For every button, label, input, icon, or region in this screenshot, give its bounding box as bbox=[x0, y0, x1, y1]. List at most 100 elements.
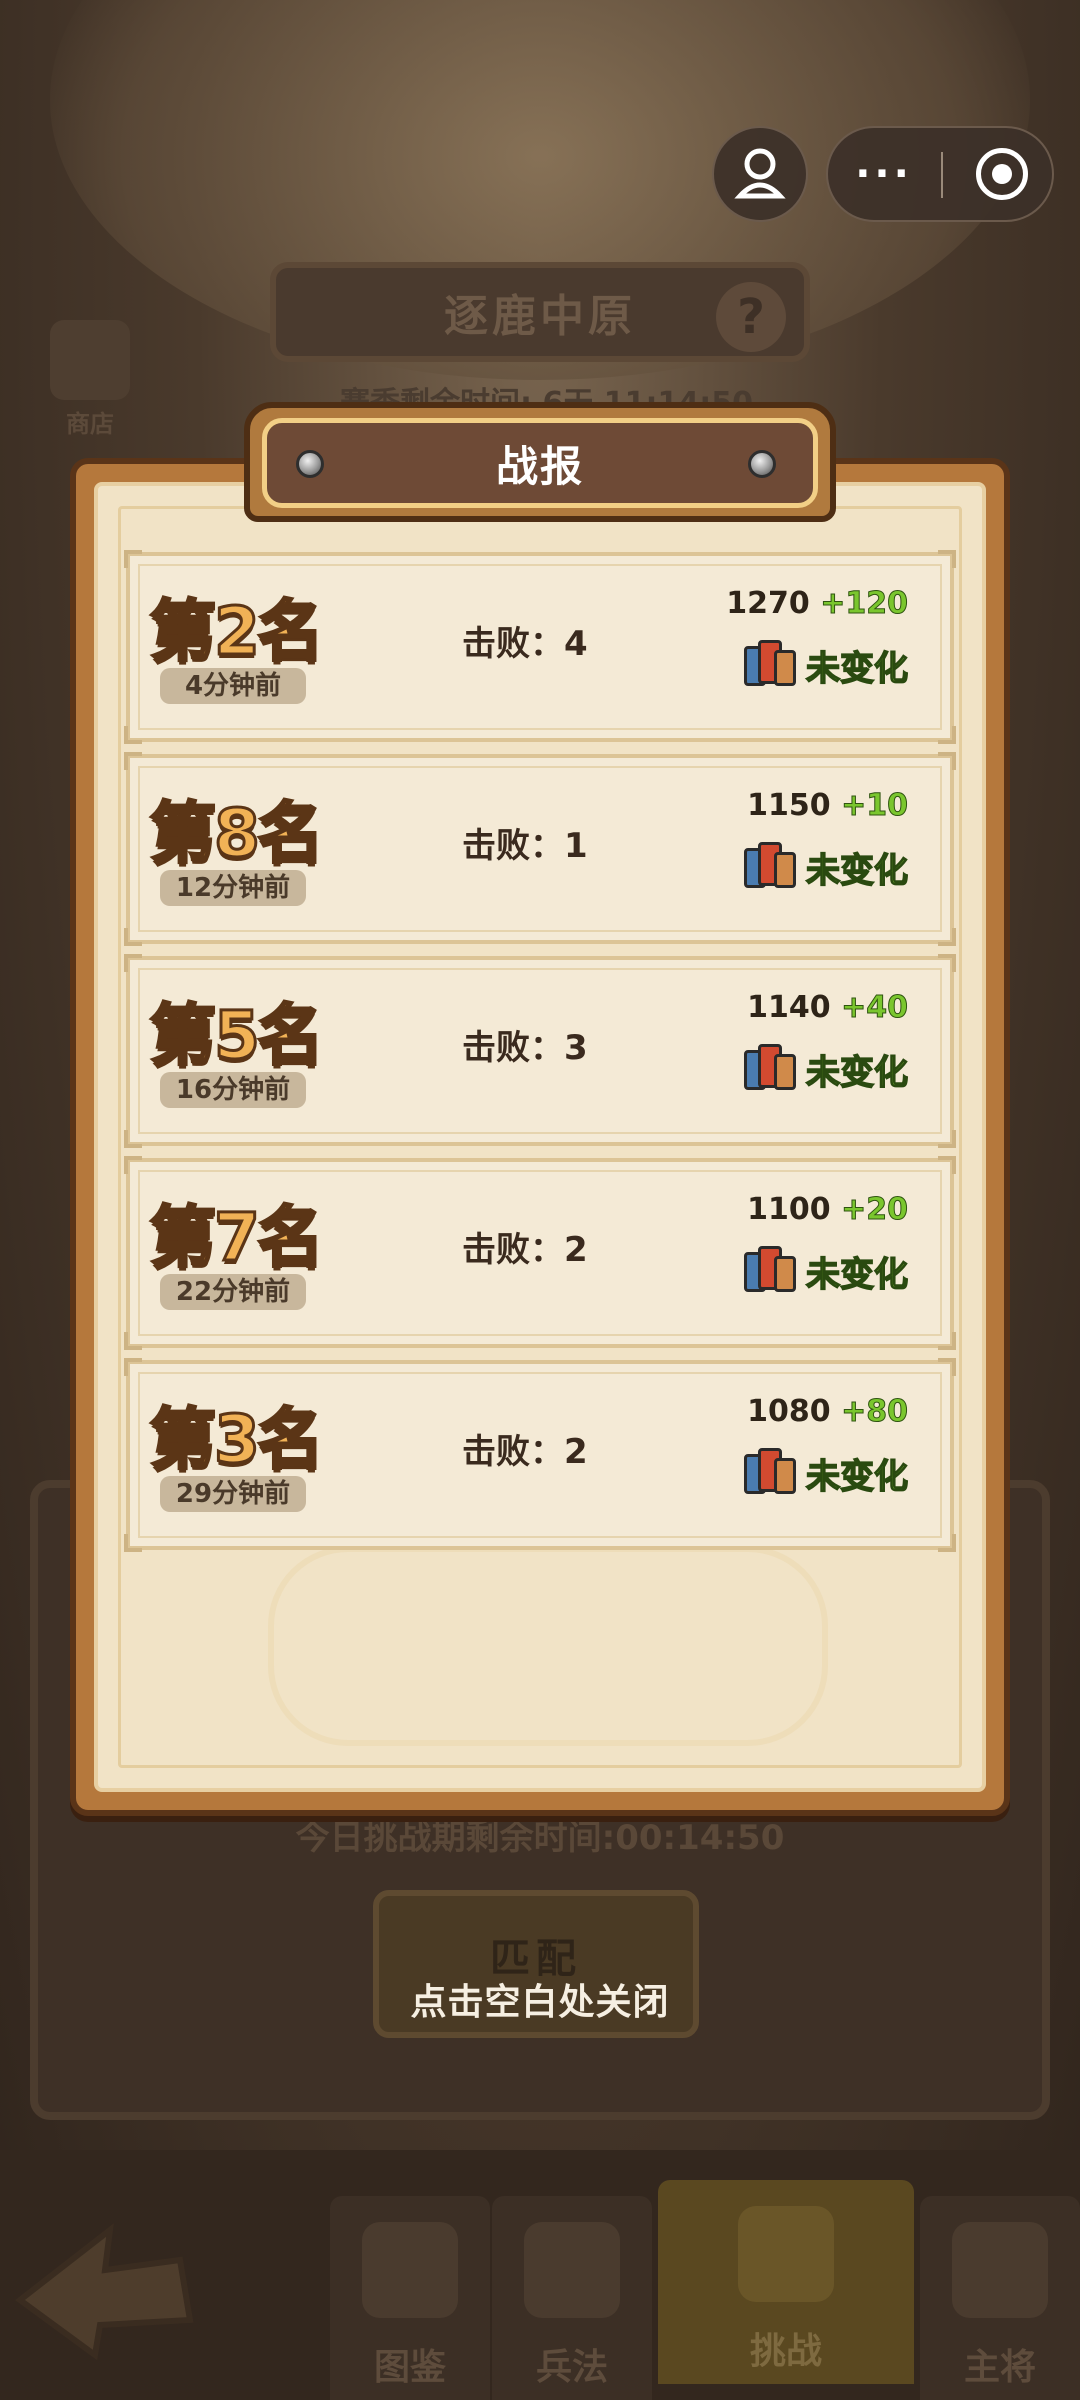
corner-ornament bbox=[938, 954, 956, 972]
paper-decoration bbox=[268, 1546, 828, 1746]
defeats-count: 3 bbox=[564, 1028, 588, 1068]
corner-ornament bbox=[124, 752, 142, 770]
time-ago-badge: 22分钟前 bbox=[160, 1274, 306, 1310]
tab-tactics[interactable]: 兵法 bbox=[492, 2196, 652, 2400]
shop-button[interactable]: 商店 bbox=[40, 320, 140, 440]
rank-cards-icon bbox=[740, 1246, 798, 1296]
defeats-text: 击败：2 bbox=[462, 1222, 642, 1271]
score-text: 1080 +80 bbox=[747, 1394, 909, 1430]
corner-ornament bbox=[124, 1534, 142, 1552]
tab-challenge-label: 挑战 bbox=[749, 2331, 822, 2372]
back-button[interactable] bbox=[0, 2190, 200, 2361]
rivet-icon bbox=[296, 450, 324, 478]
time-ago-badge: 4分钟前 bbox=[160, 668, 306, 704]
time-ago-badge: 16分钟前 bbox=[160, 1072, 306, 1108]
rank-status-text: 未变化 bbox=[805, 1456, 909, 1498]
target-icon[interactable] bbox=[976, 148, 1028, 200]
tab-atlas-label: 图鉴 bbox=[373, 2347, 446, 2388]
score-text: 1100 +20 bbox=[747, 1192, 909, 1228]
score-text: 1150 +10 bbox=[747, 788, 909, 824]
rank-status-text: 未变化 bbox=[805, 648, 909, 690]
more-button[interactable]: ··· bbox=[828, 128, 940, 220]
report-row[interactable]: 第3名 29分钟前 击败：2 1080 +80 未变化 bbox=[124, 1358, 956, 1552]
defeats-count: 4 bbox=[564, 624, 588, 664]
popup-title-plate: 战报 bbox=[262, 418, 818, 508]
question-icon[interactable]: ? bbox=[716, 282, 786, 352]
score-value: 1080 bbox=[747, 1394, 831, 1429]
defeats-label: 击败： bbox=[462, 1028, 564, 1068]
score-delta: +40 bbox=[841, 990, 909, 1026]
corner-ornament bbox=[124, 550, 142, 568]
report-row[interactable]: 第5名 16分钟前 击败：3 1140 +40 未变化 bbox=[124, 954, 956, 1148]
report-row[interactable]: 第8名 12分钟前 击败：1 1150 +10 未变化 bbox=[124, 752, 956, 946]
rank-cards-icon bbox=[740, 640, 798, 690]
close-hint[interactable]: 点击空白处关闭 bbox=[0, 1973, 1080, 2025]
capsule-menu: ··· bbox=[826, 126, 1054, 222]
rank-label: 第8名 bbox=[149, 794, 326, 874]
score-text: 1140 +40 bbox=[747, 990, 909, 1026]
rank-status: 未变化 bbox=[740, 640, 909, 690]
defeats-count: 2 bbox=[564, 1230, 588, 1270]
avatar-button[interactable] bbox=[712, 126, 808, 222]
tent-icon bbox=[362, 2222, 458, 2318]
score-value: 1150 bbox=[747, 788, 831, 823]
score-value: 1100 bbox=[747, 1192, 831, 1227]
corner-ornament bbox=[938, 726, 956, 744]
defeats-text: 击败：4 bbox=[462, 616, 642, 665]
defeats-text: 击败：2 bbox=[462, 1424, 642, 1473]
score-delta: +20 bbox=[841, 1192, 909, 1228]
rank-cards-icon bbox=[740, 842, 798, 892]
corner-ornament bbox=[124, 954, 142, 972]
score-text: 1270 +120 bbox=[726, 586, 909, 622]
mode-title: 逐鹿中原 bbox=[444, 291, 636, 342]
corner-ornament bbox=[124, 726, 142, 744]
popup-title: 战报 bbox=[495, 441, 584, 491]
score-delta: +10 bbox=[841, 788, 909, 824]
corner-ornament bbox=[938, 1358, 956, 1376]
shop-icon bbox=[50, 320, 130, 400]
rank-status-text: 未变化 bbox=[805, 1052, 909, 1094]
rank-status: 未变化 bbox=[740, 1044, 909, 1094]
helmet-icon bbox=[952, 2222, 1048, 2318]
back-arrow-icon bbox=[15, 2223, 194, 2361]
tab-general[interactable]: 主将 bbox=[920, 2196, 1080, 2400]
corner-ornament bbox=[938, 1534, 956, 1552]
corner-ornament bbox=[124, 928, 142, 946]
rank-status-text: 未变化 bbox=[805, 850, 909, 892]
defeats-label: 击败： bbox=[462, 826, 564, 866]
corner-ornament bbox=[938, 1156, 956, 1174]
score-delta: +80 bbox=[841, 1394, 909, 1430]
report-row[interactable]: 第2名 4分钟前 击败：4 1270 +120 未变化 bbox=[124, 550, 956, 744]
tab-atlas[interactable]: 图鉴 bbox=[330, 2196, 490, 2400]
rank-status: 未变化 bbox=[740, 1448, 909, 1498]
rank-status: 未变化 bbox=[740, 842, 909, 892]
time-ago-badge: 12分钟前 bbox=[160, 870, 306, 906]
corner-ornament bbox=[938, 1130, 956, 1148]
mode-title-plate: 逐鹿中原 ? bbox=[270, 262, 810, 362]
defeats-text: 击败：3 bbox=[462, 1020, 642, 1069]
corner-ornament bbox=[124, 1130, 142, 1148]
corner-ornament bbox=[124, 1358, 142, 1376]
shop-label: 商店 bbox=[66, 410, 114, 438]
defeats-label: 击败： bbox=[462, 624, 564, 664]
time-ago-badge: 29分钟前 bbox=[160, 1476, 306, 1512]
capsule-divider bbox=[941, 152, 943, 198]
rank-label: 第2名 bbox=[149, 592, 326, 672]
rank-status: 未变化 bbox=[740, 1246, 909, 1296]
challenge-remaining-text: 今日挑战期剩余时间:00:14:50 bbox=[295, 1818, 785, 1858]
corner-ornament bbox=[124, 1156, 142, 1174]
corner-ornament bbox=[938, 550, 956, 568]
score-delta: +120 bbox=[820, 586, 909, 622]
defeats-count: 1 bbox=[564, 826, 588, 866]
rank-label: 第3名 bbox=[149, 1400, 326, 1480]
avatar-icon bbox=[734, 148, 786, 199]
corner-ornament bbox=[124, 1332, 142, 1350]
defeats-text: 击败：1 bbox=[462, 818, 642, 867]
defeats-label: 击败： bbox=[462, 1432, 564, 1472]
tab-challenge[interactable]: 挑战 bbox=[658, 2180, 914, 2384]
rank-cards-icon bbox=[740, 1448, 798, 1498]
rivet-icon bbox=[748, 450, 776, 478]
report-row[interactable]: 第7名 22分钟前 击败：2 1100 +20 未变化 bbox=[124, 1156, 956, 1350]
tab-tactics-label: 兵法 bbox=[535, 2347, 608, 2388]
score-value: 1270 bbox=[726, 586, 810, 621]
